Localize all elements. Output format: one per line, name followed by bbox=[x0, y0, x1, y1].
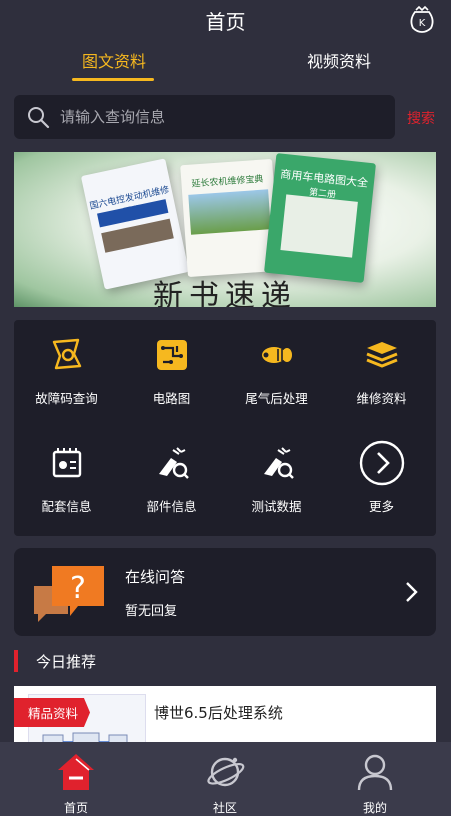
new-books-banner[interactable]: 国六电控发动机维修图册 延长农机维修宝典 商用车电路图大全 第二册 新书速递 bbox=[14, 152, 436, 307]
grid-label: 电路图 bbox=[152, 391, 191, 406]
chevron-right-icon bbox=[406, 582, 418, 602]
exhaust-icon bbox=[262, 347, 292, 363]
fault-code-icon bbox=[52, 338, 82, 370]
svg-text:K: K bbox=[419, 18, 426, 29]
bottom-tab-bar: 首页 社区 我的 bbox=[0, 742, 451, 816]
home-icon bbox=[58, 754, 94, 790]
tab-video-docs[interactable]: 视频资料 bbox=[307, 48, 371, 72]
grid-label: 更多 bbox=[368, 499, 394, 514]
book-cover-3: 商用车电路图大全 第二册 bbox=[264, 153, 376, 283]
banner-caption: 新书速递 bbox=[153, 279, 297, 307]
grid-label: 尾气后处理 bbox=[245, 391, 308, 406]
manual-stack-icon bbox=[366, 342, 398, 368]
page-title: 首页 bbox=[205, 10, 246, 34]
grid-item-test-data[interactable]: 测试数据 bbox=[224, 428, 329, 528]
section-marker bbox=[14, 650, 18, 672]
search-button[interactable]: 搜索 bbox=[407, 108, 435, 128]
chevron-right-circle-icon bbox=[359, 440, 405, 486]
online-qa-card[interactable]: ? 在线问答 暂无回复 bbox=[14, 548, 436, 636]
tab-profile[interactable]: 我的 bbox=[315, 742, 435, 816]
premium-badge: 精品资料 bbox=[14, 698, 91, 727]
grid-item-parts-info[interactable]: 配套信息 bbox=[14, 428, 119, 528]
grid-label: 故障码查询 bbox=[35, 391, 98, 406]
grid-label: 部件信息 bbox=[146, 499, 197, 514]
active-tab-indicator bbox=[72, 78, 154, 81]
circuit-icon bbox=[157, 340, 187, 370]
k-bag-icon[interactable]: K bbox=[407, 4, 437, 34]
tab-label: 首页 bbox=[63, 801, 88, 815]
grid-item-more[interactable]: 更多 bbox=[329, 428, 434, 528]
qa-title: 在线问答 bbox=[125, 568, 186, 586]
tab-graphic-docs[interactable]: 图文资料 bbox=[82, 48, 146, 72]
grid-item-repair-docs[interactable]: 维修资料 bbox=[329, 320, 434, 420]
qa-status: 暂无回复 bbox=[125, 604, 178, 619]
tab-home[interactable]: 首页 bbox=[16, 742, 136, 816]
tab-community[interactable]: 社区 bbox=[165, 742, 285, 816]
search-input[interactable] bbox=[60, 95, 380, 139]
feature-grid: 故障码查询 电路图 尾气后处理 维修资料 配套信息 部件信息 测试数据 更多 bbox=[14, 320, 436, 536]
grid-label: 配套信息 bbox=[41, 499, 92, 514]
search-bar bbox=[14, 95, 395, 139]
book-cover-1: 国六电控发动机维修图册 bbox=[80, 158, 190, 290]
grid-item-component-info[interactable]: 部件信息 bbox=[119, 428, 224, 528]
question-bubble-icon: ? bbox=[34, 566, 104, 622]
parts-box-icon bbox=[52, 448, 82, 478]
tab-label: 我的 bbox=[362, 801, 387, 815]
component-search-icon bbox=[159, 447, 189, 479]
user-icon bbox=[357, 754, 393, 791]
planet-icon bbox=[207, 757, 245, 787]
test-data-icon bbox=[264, 447, 294, 479]
grid-item-fault-code[interactable]: 故障码查询 bbox=[14, 320, 119, 420]
app-header: 首页 K bbox=[0, 0, 451, 40]
content-tabs: 图文资料 视频资料 bbox=[0, 40, 451, 84]
grid-label: 维修资料 bbox=[356, 391, 407, 406]
tab-label: 社区 bbox=[212, 801, 237, 815]
book-title-2: 延长农机维修宝典 bbox=[191, 174, 264, 190]
search-icon bbox=[28, 107, 50, 129]
recommend-title: 博世6.5后处理系统 bbox=[154, 704, 283, 722]
grid-item-circuit[interactable]: 电路图 bbox=[119, 320, 224, 420]
grid-label: 测试数据 bbox=[251, 499, 302, 514]
grid-item-exhaust[interactable]: 尾气后处理 bbox=[224, 320, 329, 420]
section-title: 今日推荐 bbox=[36, 653, 97, 671]
svg-text:?: ? bbox=[70, 571, 86, 606]
